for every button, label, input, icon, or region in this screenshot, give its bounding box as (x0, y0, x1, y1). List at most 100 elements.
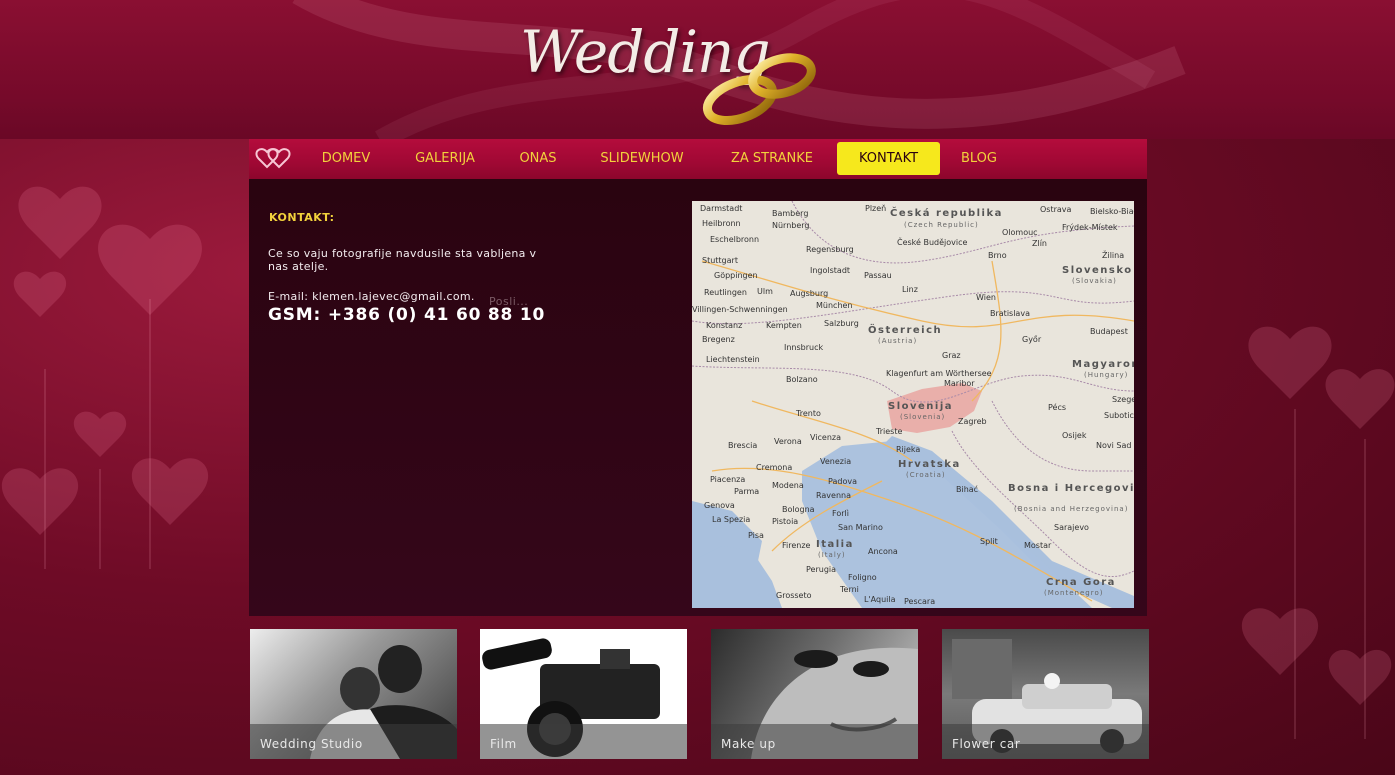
map-label: (Czech Republic) (904, 221, 979, 229)
map-label: Novi Sad (1096, 441, 1132, 450)
nav-slideshow[interactable]: SLIDEWHOW (592, 142, 692, 175)
map-label: Maribor (944, 379, 975, 388)
tile-caption: Wedding Studio (250, 724, 457, 759)
map-label: Bratislava (990, 309, 1030, 318)
map-label: Wien (976, 293, 996, 302)
map-label: Bielsko-Biała (1090, 207, 1134, 216)
map-label: Salzburg (824, 319, 859, 328)
map-label: Česká republika (890, 208, 1003, 219)
map-label: Slovenija (888, 401, 954, 412)
map-label: Bologna (782, 505, 815, 514)
tile-label: Make up (721, 737, 776, 751)
map-label: Parma (734, 487, 760, 496)
map-label: L'Aquila (864, 595, 896, 604)
map-label: Bamberg (772, 209, 809, 218)
nav-onas[interactable]: ONAS (515, 142, 561, 175)
map-label: Split (980, 537, 998, 546)
map-label: Pécs (1048, 403, 1067, 412)
map-label: Pisa (748, 531, 764, 540)
map-label: Italia (816, 539, 854, 550)
map-label: Trieste (876, 427, 903, 436)
nav-kontakt[interactable]: KONTAKT (837, 142, 940, 175)
map-label: Augsburg (790, 289, 829, 298)
map-label: Pistoia (772, 517, 799, 526)
map-label: Slovensko (1062, 265, 1133, 276)
tile-film[interactable]: Film (480, 629, 687, 759)
map-label: Göppingen (714, 271, 758, 280)
map-label: Grosseto (776, 591, 812, 600)
map-label: Ingolstadt (810, 266, 851, 275)
map-label: Cremona (756, 463, 793, 472)
map-label: Magyarország (1072, 359, 1134, 370)
map-label: (Austria) (878, 337, 918, 345)
map-label: Frýdek-Místek (1062, 223, 1118, 232)
map-label: (Slovakia) (1072, 277, 1117, 285)
map-label: München (816, 301, 853, 310)
content-panel: KONTAKT: Ce so vaju fotografije navdusil… (249, 179, 1147, 616)
nav-galerija[interactable]: GALERIJA (409, 142, 481, 175)
map-label: Perugia (806, 565, 837, 574)
map-label: Crna Gora (1046, 577, 1116, 588)
map-label: Brescia (728, 441, 758, 450)
map-label: Rijeka (896, 445, 921, 454)
map-label: Eschelbronn (710, 235, 760, 244)
map-label: Plzeň (865, 204, 887, 213)
map-label: Győr (1022, 335, 1042, 344)
contact-email[interactable]: E-mail: klemen.lajevec@gmail.com. (268, 290, 475, 303)
map-label: Zlín (1032, 239, 1047, 248)
map-label: Linz (902, 285, 918, 294)
map-label: Österreich (868, 325, 943, 336)
map-label: Villingen-Schwenningen (692, 305, 788, 314)
map-label: Klagenfurt am Wörthersee (886, 369, 992, 378)
contact-heading: KONTAKT: (269, 211, 335, 224)
nav-blog[interactable]: BLOG (955, 142, 1003, 175)
tile-label: Film (490, 737, 517, 751)
tile-make-up[interactable]: Make up (711, 629, 918, 759)
map-label: Verona (774, 437, 802, 446)
map-label: Ravenna (816, 491, 851, 500)
map-label: Szeged (1112, 395, 1134, 404)
map-label: (Hungary) (1084, 371, 1129, 379)
map-label: Bosna i Hercegovina (1008, 483, 1134, 494)
map-label: (Bosnia and Herzegovina) (1014, 505, 1129, 513)
contact-intro-text: Ce so vaju fotografije navdusile sta vab… (268, 247, 537, 273)
location-map[interactable]: Darmstadt Bamberg Nürnberg Plzeň Česká r… (692, 201, 1134, 608)
nav-za-stranke[interactable]: ZA STRANKE (726, 142, 818, 175)
map-label: Darmstadt (700, 204, 743, 213)
map-label: Olomouc (1002, 228, 1038, 237)
map-label: Heilbronn (702, 219, 741, 228)
map-label: Liechtenstein (706, 355, 760, 364)
map-label: Piacenza (710, 475, 746, 484)
map-label: Reutlingen (704, 288, 747, 297)
tile-flower-car[interactable]: Flower car (942, 629, 1149, 759)
map-label: Padova (828, 477, 857, 486)
map-label: České Budějovice (897, 238, 968, 247)
map-label: Terni (840, 585, 859, 594)
tile-label: Wedding Studio (260, 737, 363, 751)
tile-label: Flower car (952, 737, 1021, 751)
map-label: Hrvatska (898, 459, 961, 470)
map-label: San Marino (838, 523, 883, 532)
map-label: Bolzano (786, 375, 818, 384)
map-label: Trento (796, 409, 821, 418)
map-label: Foligno (848, 573, 877, 582)
tile-caption: Make up (711, 724, 918, 759)
nav-domev[interactable]: DOMEV (315, 142, 377, 175)
map-label: Konstanz (706, 321, 743, 330)
map-label: Stuttgart (702, 256, 738, 265)
tile-caption: Film (480, 724, 687, 759)
tile-wedding-studio[interactable]: Wedding Studio (250, 629, 457, 759)
main-nav: DOMEV GALERIJA ONAS SLIDEWHOW ZA STRANKE… (249, 139, 1147, 179)
map-label: Nürnberg (772, 221, 810, 230)
contact-gsm: GSM: +386 (0) 41 60 88 10 (268, 305, 546, 325)
feature-tiles: Wedding Studio Film Make up Flower car (249, 629, 1149, 759)
map-label: Bihać (956, 485, 979, 494)
map-label: Bregenz (702, 335, 735, 344)
map-label: Innsbruck (784, 343, 824, 352)
map-label: Zagreb (958, 417, 987, 426)
map-label: Modena (772, 481, 804, 490)
map-label: (Slovenia) (900, 413, 946, 421)
map-label: La Spezia (712, 515, 751, 524)
map-label: (Montenegro) (1044, 589, 1104, 597)
map-label: Ulm (757, 287, 773, 296)
